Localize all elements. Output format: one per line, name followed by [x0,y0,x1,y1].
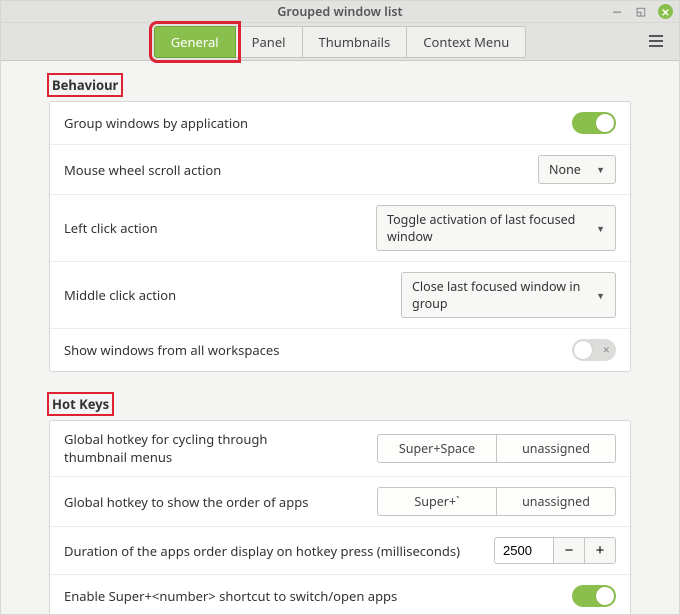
select-middle-click[interactable]: Close last focused window in group ▼ [401,272,616,318]
tab-thumbnails[interactable]: Thumbnails [302,26,408,58]
minimize-button[interactable]: － [610,5,624,19]
select-value: Toggle activation of last focused window [387,211,586,245]
stepper-minus-button[interactable]: − [553,537,585,564]
row-middle-click: Middle click action Close last focused w… [50,262,630,329]
label-left-click: Left click action [64,219,376,237]
tab-bar: General Panel Thumbnails Context Menu [1,23,679,61]
section-heading-behaviour: Behaviour [49,75,121,95]
section-hotkeys: Hot Keys Global hotkey for cycling throu… [49,394,631,614]
close-icon: ✕ [661,5,669,19]
duration-stepper: − + [494,537,616,564]
select-value: Close last focused window in group [412,278,586,312]
row-left-click: Left click action Toggle activation of l… [50,195,630,262]
close-button[interactable]: ✕ [658,4,673,19]
toggle-knob-icon [574,341,592,359]
tab-context-menu[interactable]: Context Menu [406,26,526,58]
toggle-all-workspaces[interactable]: ✕ [572,339,616,361]
toggle-super-number[interactable] [572,585,616,607]
hamburger-icon [649,35,663,37]
label-super-number: Enable Super+<number> shortcut to switch… [64,587,572,605]
hotkey-pair-show-order: Super+` unassigned [377,487,616,516]
label-cycle-thumbs: Global hotkey for cycling through thumbn… [64,431,324,466]
toggle-off-icon: ✕ [602,343,610,356]
toggle-knob-icon [596,114,614,132]
row-cycle-thumbs: Global hotkey for cycling through thumbn… [50,421,630,477]
row-all-workspaces: Show windows from all workspaces ✕ [50,329,630,371]
duration-input[interactable] [494,537,554,564]
window-title: Grouped window list [277,3,402,20]
label-all-workspaces: Show windows from all workspaces [64,341,572,359]
window-controls: － ◱ ✕ [610,4,673,19]
label-group-by-app: Group windows by application [64,114,572,132]
titlebar: Grouped window list － ◱ ✕ [1,1,679,23]
label-duration: Duration of the apps order display on ho… [64,542,494,560]
stepper-plus-button[interactable]: + [584,537,616,564]
section-behaviour: Behaviour Group windows by application M… [49,75,631,372]
maximize-button[interactable]: ◱ [634,5,648,19]
content-area: Behaviour Group windows by application M… [1,61,679,614]
label-show-order: Global hotkey to show the order of apps [64,493,377,511]
label-middle-click: Middle click action [64,286,401,304]
row-scroll-action: Mouse wheel scroll action None ▼ [50,145,630,195]
hotkey-binding-1[interactable]: Super+` [377,487,497,516]
settings-window: Grouped window list － ◱ ✕ General Panel … [0,0,680,615]
select-value: None [549,161,581,178]
select-left-click[interactable]: Toggle activation of last focused window… [376,205,616,251]
row-duration: Duration of the apps order display on ho… [50,527,630,575]
hotkey-binding-2[interactable]: unassigned [496,487,616,516]
toggle-knob-icon [596,587,614,605]
toggle-group-by-app[interactable] [572,112,616,134]
section-heading-hotkeys: Hot Keys [49,394,112,414]
hotkey-binding-1[interactable]: Super+Space [377,434,497,463]
row-super-number: Enable Super+<number> shortcut to switch… [50,575,630,614]
chevron-down-icon: ▼ [596,289,605,302]
hamburger-menu-button[interactable] [649,33,665,49]
hotkey-pair-cycle-thumbs: Super+Space unassigned [377,434,616,463]
tab-panel[interactable]: Panel [235,26,303,58]
behaviour-panel: Group windows by application Mouse wheel… [49,101,631,372]
hotkeys-panel: Global hotkey for cycling through thumbn… [49,420,631,614]
label-scroll-action: Mouse wheel scroll action [64,161,538,179]
select-scroll-action[interactable]: None ▼ [538,155,616,184]
chevron-down-icon: ▼ [596,163,605,176]
row-show-order: Global hotkey to show the order of apps … [50,477,630,527]
hotkey-binding-2[interactable]: unassigned [496,434,616,463]
chevron-down-icon: ▼ [596,222,605,235]
tab-general[interactable]: General [154,26,236,58]
row-group-by-app: Group windows by application [50,102,630,145]
